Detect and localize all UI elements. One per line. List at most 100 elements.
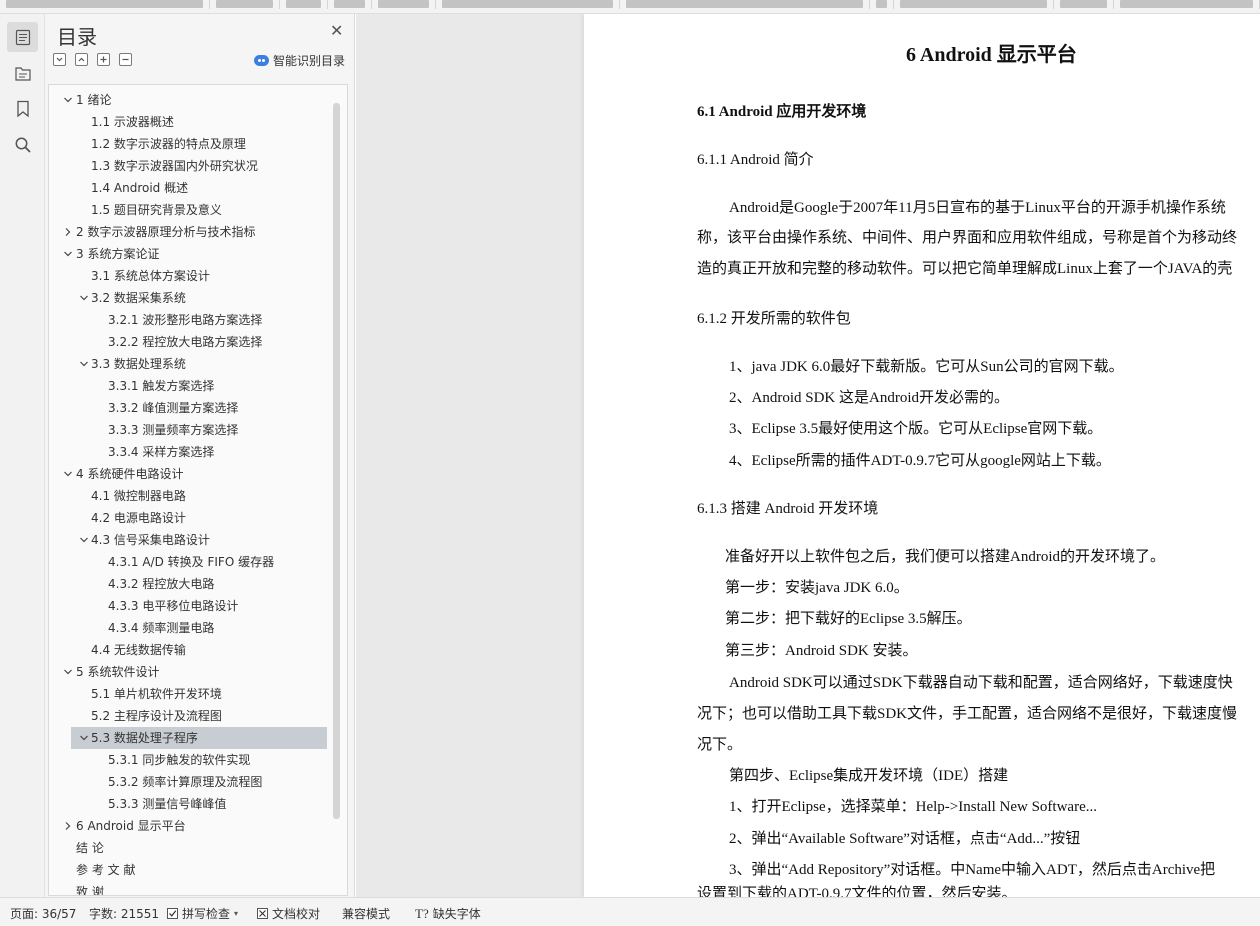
chevron-down-icon[interactable] [62,89,74,111]
toc-item-label: 1.5 题目研究背景及意义 [91,203,222,217]
toc-item[interactable]: 3.3 数据处理系统 [49,353,334,375]
toc-item-label: 4 系统硬件电路设计 [76,467,184,481]
spell-check-label: 拼写检查 [182,907,231,921]
toc-item[interactable]: 5.3.1 同步触发的软件实现 [49,749,334,771]
document-line: 造的真正开放和完整的移动软件。可以把它简单理解成Linux上套了一个JAVA的壳 [697,261,1233,277]
toc-item-label: 3.2 数据采集系统 [91,291,186,305]
document-line: 况下。 [697,737,743,753]
toc-item[interactable]: 3 系统方案论证 [49,243,334,265]
document-line: 第一步：安装java JDK 6.0。 [725,580,909,596]
document-line: 第二步：把下载好的Eclipse 3.5解压。 [725,611,972,627]
page-indicator[interactable]: 页面: 36/57 [10,905,76,922]
toc-item[interactable]: 4.3.3 电平移位电路设计 [49,595,334,617]
toc-item[interactable]: 4.3 信号采集电路设计 [49,529,334,551]
toc-item[interactable]: 3.3.2 峰值测量方案选择 [49,397,334,419]
chevron-down-icon[interactable] [78,353,90,375]
collapse-all-icon[interactable] [53,53,66,66]
document-line: 况下；也可以借助工具下载SDK文件，手工配置，适合网络不是很好，下载速度慢 [697,706,1238,722]
toc-item[interactable]: 5 系统软件设计 [49,661,334,683]
chevron-down-icon[interactable] [78,727,90,749]
toc-item[interactable]: 4.3.2 程控放大电路 [49,573,334,595]
bookmark-icon[interactable] [7,94,38,124]
toc-item[interactable]: 1.4 Android 概述 [49,177,334,199]
document-line: Android SDK可以通过SDK下载器自动下载和配置，适合网络好，下载速度快 [729,675,1233,691]
toc-item-label: 4.4 无线数据传输 [91,643,186,657]
proofread-label: 文档校对 [272,907,321,921]
missing-fonts-button[interactable]: T? 缺失字体 [415,905,481,922]
add-item-icon[interactable] [97,53,110,66]
toc-item[interactable]: 参 考 文 献 [49,859,334,881]
toc-item[interactable]: 2 数字示波器原理分析与技术指标 [49,221,334,243]
toc-item[interactable]: 结 论 [49,837,334,859]
chevron-down-icon[interactable] [62,243,74,265]
chevron-right-icon[interactable] [62,221,74,243]
document-line: 4、Eclipse所需的插件ADT-0.9.7它可从google网站上下载。 [729,453,1111,469]
proofread-button[interactable]: 文档校对 [257,905,320,922]
toc-item-label: 5.3.1 同步触发的软件实现 [108,753,251,767]
toc-item[interactable]: 1.2 数字示波器的特点及原理 [49,133,334,155]
toc-item-label: 3.3.2 峰值测量方案选择 [108,401,239,415]
chevron-right-icon[interactable] [62,815,74,837]
toc-item[interactable]: 3.2 数据采集系统 [49,287,334,309]
document-line: 称，该平台由操作系统、中间件、用户界面和应用软件组成，号称是首个为移动终 [697,230,1238,246]
toc-item-label: 3.3 数据处理系统 [91,357,186,371]
outline-icon[interactable] [7,58,38,88]
chapter-heading: 6 Android 显示平台 [906,44,1077,66]
toc-item-label: 致 谢 [76,885,104,896]
toc-item-label: 4.2 电源电路设计 [91,511,186,525]
toc-item[interactable]: 3.1 系统总体方案设计 [49,265,334,287]
toc-item-label: 3.1 系统总体方案设计 [91,269,210,283]
smart-toc-button[interactable]: 智能识别目录 [254,52,345,69]
toc-item[interactable]: 3.2.2 程控放大电路方案选择 [49,331,334,353]
toc-item[interactable]: 3.2.1 波形整形电路方案选择 [49,309,334,331]
spell-check-button[interactable]: 拼写检查 ▾ [167,905,238,922]
chevron-down-icon[interactable] [62,463,74,485]
toc-item[interactable]: 1.5 题目研究背景及意义 [49,199,334,221]
toc-item[interactable]: 5.3.2 频率计算原理及流程图 [49,771,334,793]
toc-item[interactable]: 4.3.1 A/D 转换及 FIFO 缓存器 [49,551,334,573]
toc-scrollbar[interactable] [333,103,340,819]
toc-item[interactable]: 5.3 数据处理子程序 [71,727,327,749]
search-icon[interactable] [7,130,38,160]
toc-item[interactable]: 3.3.1 触发方案选择 [49,375,334,397]
document-line: 第三步：Android SDK 安装。 [725,643,918,659]
toc-item[interactable]: 4.2 电源电路设计 [49,507,334,529]
document-line: 6.1.1 Android 简介 [697,152,814,168]
expand-icon[interactable] [75,53,88,66]
toc-item[interactable]: 4.3.4 频率测量电路 [49,617,334,639]
toc-item[interactable]: 6 Android 显示平台 [49,815,334,837]
toc-item[interactable]: 5.1 单片机软件开发环境 [49,683,334,705]
document-line: 6.1.2 开发所需的软件包 [697,311,851,327]
chevron-down-icon[interactable] [78,529,90,551]
document-page[interactable]: 6 Android 显示平台 6.1 Android 应用开发环境 6.1.1 An… [584,14,1260,897]
toc-item[interactable]: 5.2 主程序设计及流程图 [49,705,334,727]
document-line: 2、弹出“Available Software”对话框，点击“Add...”按钮 [729,831,1081,847]
toc-item-label: 5 系统软件设计 [76,665,160,679]
dropdown-arrow-icon[interactable]: ▾ [234,909,238,918]
toc-item[interactable]: 1.3 数字示波器国内外研究状况 [49,155,334,177]
document-line: 准备好开以上软件包之后，我们便可以搭建Android的开发环境了。 [725,549,1165,565]
compat-mode-label: 兼容模式 [342,907,391,921]
chevron-down-icon[interactable] [78,287,90,309]
toc-item[interactable]: 4.4 无线数据传输 [49,639,334,661]
toc-icon[interactable] [7,22,38,52]
toc-item-label: 结 论 [76,841,104,855]
toc-item-label: 6 Android 显示平台 [76,819,186,833]
toc-item[interactable]: 5.3.3 测量信号峰峰值 [49,793,334,815]
close-icon[interactable]: ✕ [330,23,343,39]
toc-item[interactable]: 1 绪论 [49,89,334,111]
toc-item-label: 1.1 示波器概述 [91,115,174,129]
toc-item[interactable]: 3.3.4 采样方案选择 [49,441,334,463]
remove-item-icon[interactable] [119,53,132,66]
toc-title: 目录 [57,25,97,49]
toc-item[interactable]: 4 系统硬件电路设计 [49,463,334,485]
word-count[interactable]: 字数: 21551 [89,905,159,922]
toc-item[interactable]: 1.1 示波器概述 [49,111,334,133]
top-toolbar-strip [0,0,1260,14]
toc-item-label: 5.2 主程序设计及流程图 [91,709,222,723]
chevron-down-icon[interactable] [62,661,74,683]
toc-item[interactable]: 致 谢 [49,881,334,896]
toc-item[interactable]: 4.1 微控制器电路 [49,485,334,507]
toc-item[interactable]: 3.3.3 测量频率方案选择 [49,419,334,441]
toc-item-label: 4.3 信号采集电路设计 [91,533,210,547]
